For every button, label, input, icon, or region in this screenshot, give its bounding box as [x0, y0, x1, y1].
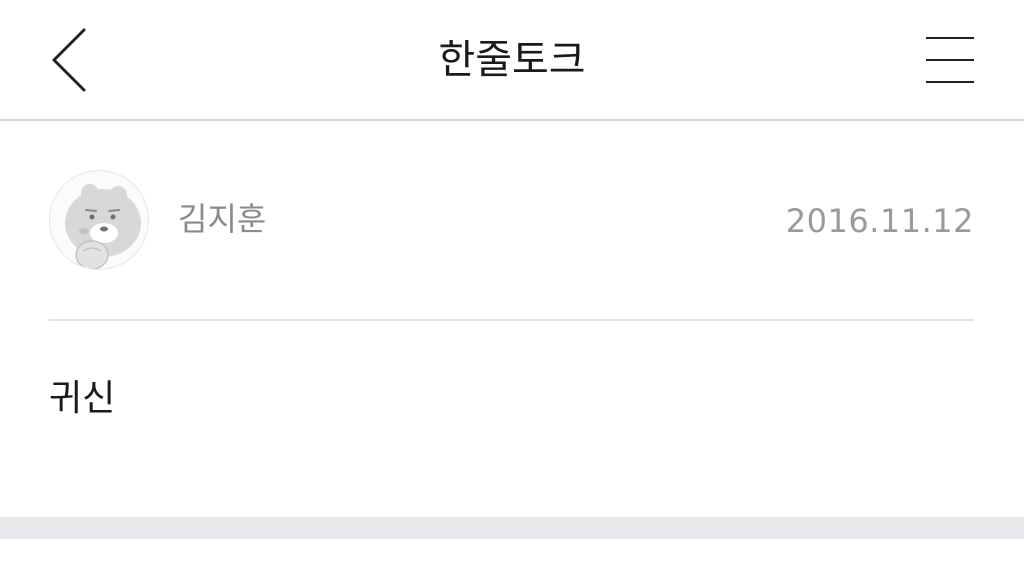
back-button[interactable] — [44, 26, 94, 94]
bottom-area — [0, 539, 1024, 577]
divider — [49, 319, 974, 321]
page-title: 한줄토크 — [438, 37, 586, 83]
post-meta: 김지훈 2016.11.12 — [0, 121, 1024, 320]
hamburger-menu-icon — [926, 37, 974, 83]
bear-character-avatar-icon — [65, 184, 141, 269]
menu-button[interactable] — [916, 28, 982, 92]
chevron-left-icon — [52, 28, 86, 92]
post-content: 귀신 — [49, 378, 116, 419]
avatar[interactable] — [49, 170, 149, 270]
post-date: 2016.11.12 — [785, 202, 974, 240]
section-separator — [0, 517, 1024, 539]
top-navigation-bar: 한줄토크 — [0, 0, 1024, 121]
author-name: 김지훈 — [178, 200, 267, 238]
